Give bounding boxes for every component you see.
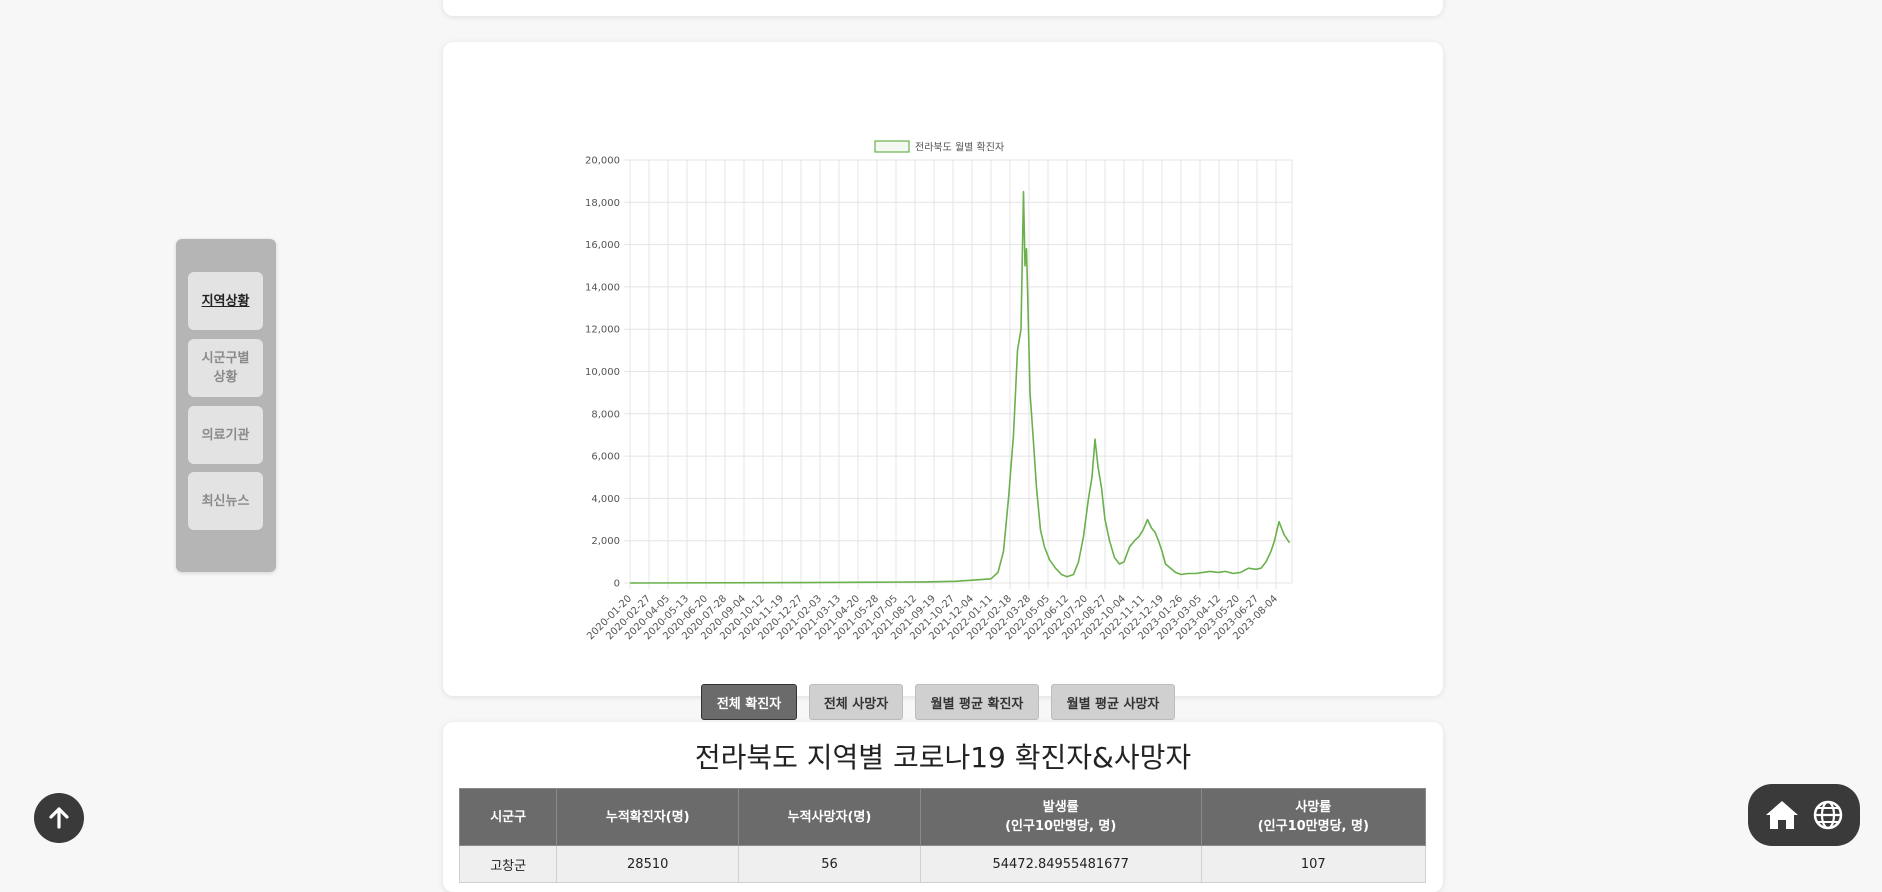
all-deaths-button[interactable]: 전체 사망자 (809, 684, 903, 720)
region-table: 시군구 누적확진자(명) 누적사망자(명) 발생률 (인구10만명당, 명) 사… (458, 788, 1427, 883)
cell-incidence: 54472.84955481677 (919, 845, 1202, 883)
monthly-avg-confirmed-button[interactable]: 월별 평균 확진자 (915, 684, 1039, 720)
language-button[interactable] (1812, 799, 1844, 831)
table-row: 고창군 28510 56 54472.84955481677 107 (458, 845, 1427, 883)
header-death-rate: 사망률 (인구10만명당, 명) (1200, 788, 1427, 846)
y-tick-label: 2,000 (591, 536, 620, 547)
line-chart: 20,000 18,000 16,000 14,000 12,000 10,000 8,00… (585, 140, 1293, 642)
legend-swatch (874, 140, 910, 153)
y-tick-label: 18,000 (585, 198, 620, 209)
cell-death-rate: 107 (1200, 845, 1427, 883)
y-tick-label: 4,000 (591, 494, 620, 505)
y-tick-label: 8,000 (591, 409, 620, 420)
arrow-up-icon (49, 807, 69, 829)
header-cumulative-confirmed: 누적확진자(명) (556, 788, 740, 846)
sidebar: 지역상황 시군구별 상황 의료기관 최신뉴스 (176, 239, 276, 572)
y-tick-label: 12,000 (585, 325, 620, 336)
header-cumulative-deaths: 누적사망자(명) (738, 788, 921, 846)
y-tick-label: 20,000 (585, 156, 620, 167)
scroll-top-button[interactable] (34, 793, 84, 843)
all-confirmed-button[interactable]: 전체 확진자 (701, 684, 797, 720)
chart-card: 20,000 18,000 16,000 14,000 12,000 10,000 8,00… (443, 42, 1443, 720)
cell-confirmed: 28510 (556, 845, 740, 883)
home-icon (1766, 801, 1798, 829)
y-tick-label: 0 (614, 579, 620, 590)
top-card (443, 0, 1443, 16)
series-line (629, 190, 1291, 584)
monthly-avg-deaths-button[interactable]: 월별 평균 사망자 (1051, 684, 1175, 720)
y-tick-label: 14,000 (585, 282, 620, 293)
home-button[interactable] (1764, 799, 1800, 831)
y-tick-label: 6,000 (591, 452, 620, 463)
y-tick-label: 16,000 (585, 240, 620, 251)
floating-nav (1748, 784, 1860, 846)
cell-district: 고창군 (458, 845, 558, 883)
sidebar-item-region-status[interactable]: 지역상황 (188, 272, 263, 330)
header-district: 시군구 (458, 788, 558, 846)
sidebar-item-latest-news[interactable]: 최신뉴스 (188, 472, 263, 530)
y-tick-label: 10,000 (585, 367, 620, 378)
cell-deaths: 56 (738, 845, 921, 883)
legend-label: 전라북도 월별 확진자 (915, 142, 1004, 154)
globe-icon (1813, 800, 1843, 830)
table-title: 전라북도 지역별 코로나19 확진자&사망자 (694, 741, 1192, 774)
table-header-row: 시군구 누적확진자(명) 누적사망자(명) 발생률 (인구10만명당, 명) 사… (458, 788, 1427, 846)
header-incidence-rate: 발생률 (인구10만명당, 명) (919, 788, 1202, 846)
sidebar-item-district-status[interactable]: 시군구별 상황 (188, 339, 263, 397)
sidebar-item-medical-institutions[interactable]: 의료기관 (188, 406, 263, 464)
